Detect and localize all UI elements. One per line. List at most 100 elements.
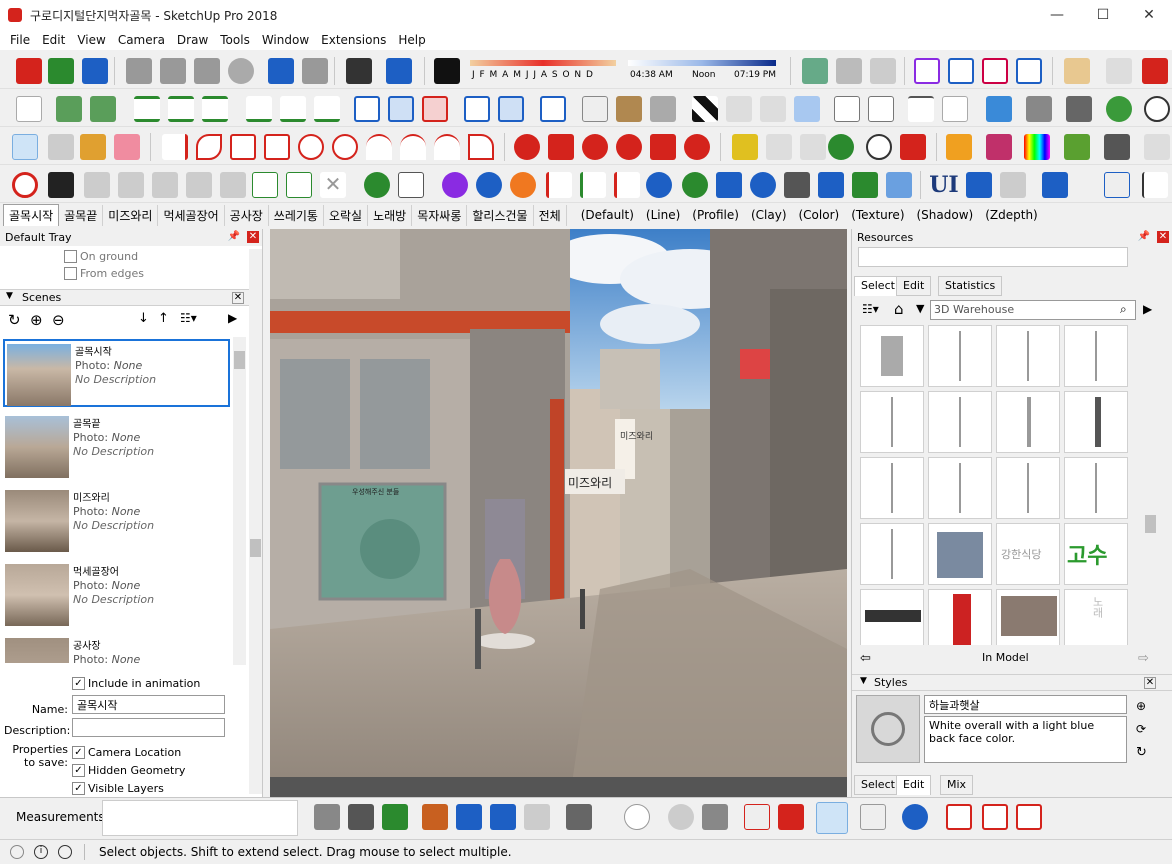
dash-icon[interactable] bbox=[908, 96, 934, 122]
tape-measure-icon[interactable] bbox=[732, 134, 758, 160]
scene-item-5[interactable]: 공사장 Photo: None bbox=[3, 635, 230, 663]
style-tab-color[interactable]: (Color) bbox=[793, 206, 846, 224]
blue-play-icon[interactable] bbox=[966, 172, 992, 198]
close-button[interactable]: ✕ bbox=[1126, 0, 1172, 30]
cut-icon[interactable] bbox=[126, 58, 152, 84]
component-item[interactable] bbox=[860, 457, 924, 519]
trim-icon[interactable] bbox=[816, 802, 848, 834]
eraser-icon[interactable] bbox=[114, 134, 140, 160]
box-icon-3[interactable] bbox=[540, 96, 566, 122]
scenes-panel-header[interactable]: ▼ Scenes ✕ bbox=[0, 289, 262, 306]
print-icon[interactable] bbox=[346, 58, 372, 84]
checker-icon[interactable] bbox=[692, 96, 718, 122]
pin-icon[interactable]: 📌 bbox=[1138, 231, 1150, 242]
erase-icon[interactable] bbox=[228, 58, 254, 84]
polygon-icon[interactable] bbox=[332, 134, 358, 160]
arc3-icon[interactable] bbox=[434, 134, 460, 160]
blue-figure-icon[interactable] bbox=[716, 172, 742, 198]
from-contours-icon[interactable] bbox=[422, 804, 448, 830]
save-file-icon[interactable] bbox=[82, 58, 108, 84]
sweep-icon[interactable] bbox=[1142, 172, 1168, 198]
name-input[interactable]: 골목시작 bbox=[72, 695, 225, 714]
refresh-scene-icon[interactable]: ↻ bbox=[8, 311, 21, 329]
flat-plane-icon[interactable] bbox=[886, 172, 912, 198]
leaf-icon[interactable] bbox=[1064, 134, 1090, 160]
arc-icon[interactable] bbox=[366, 134, 392, 160]
minimize-button[interactable]: — bbox=[1034, 0, 1080, 30]
section-plane-icon[interactable] bbox=[946, 804, 972, 830]
update-style-icon[interactable]: ⟳ bbox=[1136, 722, 1146, 736]
menu-tools[interactable]: Tools bbox=[214, 33, 256, 47]
menu-help[interactable]: Help bbox=[392, 33, 431, 47]
move-icon[interactable] bbox=[514, 134, 540, 160]
arc2-icon[interactable] bbox=[400, 134, 426, 160]
camera-location-option[interactable]: ✓ Camera Location bbox=[72, 745, 181, 759]
model-viewport[interactable]: 미즈와리 미즈와리 우성해주신 분들 bbox=[270, 229, 847, 797]
help-icon[interactable] bbox=[902, 804, 928, 830]
scale-balance-icon[interactable] bbox=[566, 804, 592, 830]
mesh-icon[interactable] bbox=[582, 96, 608, 122]
components-scrollbar[interactable] bbox=[1144, 325, 1157, 645]
tab-edit[interactable]: Edit bbox=[896, 276, 932, 296]
geo-location-icon[interactable] bbox=[10, 845, 24, 859]
warehouse-search-input[interactable]: 3D Warehouse bbox=[930, 300, 1136, 320]
new-file-icon[interactable] bbox=[16, 58, 42, 84]
play-icon[interactable] bbox=[84, 172, 110, 198]
intersect-icon[interactable] bbox=[668, 804, 694, 830]
dynamic-component-icon[interactable] bbox=[946, 134, 972, 160]
on-ground-checkbox[interactable] bbox=[64, 250, 77, 263]
component-item[interactable] bbox=[928, 589, 992, 645]
details-icon[interactable]: ▶ bbox=[228, 311, 237, 325]
details-icon[interactable]: ▶ bbox=[1143, 302, 1152, 316]
styles-panel-header[interactable]: ▼ Styles ✕ bbox=[852, 674, 1172, 691]
scene-tab-10[interactable]: 할리스건물 bbox=[467, 204, 534, 226]
ui-icon[interactable]: UI bbox=[928, 172, 960, 198]
pie-icon[interactable] bbox=[468, 134, 494, 160]
move-scene-up-icon[interactable]: ↑ bbox=[158, 311, 169, 326]
check-icon[interactable] bbox=[942, 96, 968, 122]
freehand-icon[interactable] bbox=[196, 134, 222, 160]
styles-close-icon[interactable]: ✕ bbox=[1144, 677, 1156, 689]
credits-icon[interactable]: i bbox=[34, 845, 48, 859]
component-item[interactable] bbox=[860, 325, 924, 387]
menu-window[interactable]: Window bbox=[256, 33, 315, 47]
visible-layers-checkbox[interactable]: ✓ bbox=[72, 782, 85, 795]
orbit-icon[interactable] bbox=[828, 134, 854, 160]
scenes-close-icon[interactable]: ✕ bbox=[232, 292, 244, 304]
green-arrow-updown-icon[interactable] bbox=[580, 172, 606, 198]
component-item[interactable] bbox=[996, 325, 1060, 387]
camera-location-checkbox[interactable]: ✓ bbox=[72, 746, 85, 759]
select-tool-icon[interactable] bbox=[12, 134, 38, 160]
style-tab-edit[interactable]: Edit bbox=[896, 775, 932, 795]
from-edges-checkbox[interactable] bbox=[64, 267, 77, 280]
rotate-icon[interactable] bbox=[582, 134, 608, 160]
lines-icon-2[interactable] bbox=[168, 96, 194, 122]
menu-camera[interactable]: Camera bbox=[112, 33, 171, 47]
section-icon[interactable] bbox=[900, 134, 926, 160]
scale-down-icon[interactable] bbox=[90, 96, 116, 122]
move-scene-down-icon[interactable]: ↓ bbox=[138, 311, 149, 326]
style-tab-line[interactable]: (Line) bbox=[640, 206, 686, 224]
style-tab-texture[interactable]: (Texture) bbox=[845, 206, 910, 224]
open-file-icon[interactable] bbox=[48, 58, 74, 84]
dimension-icon[interactable] bbox=[766, 134, 792, 160]
component-item[interactable] bbox=[1064, 457, 1128, 519]
select-arrow-icon[interactable] bbox=[16, 96, 42, 122]
component-item[interactable] bbox=[996, 457, 1060, 519]
red-arrow-updown-icon[interactable] bbox=[546, 172, 572, 198]
scene-tab-2[interactable]: 골목끝 bbox=[59, 204, 104, 226]
drape-icon[interactable] bbox=[382, 804, 408, 830]
curve-tool-2-icon[interactable] bbox=[948, 58, 974, 84]
scale-up-icon[interactable] bbox=[56, 96, 82, 122]
box-icon-2[interactable] bbox=[498, 96, 524, 122]
grid-icon-3[interactable] bbox=[422, 96, 448, 122]
lines-icon-3[interactable] bbox=[202, 96, 228, 122]
line-icon-5[interactable] bbox=[280, 96, 306, 122]
blue-molecule-icon[interactable] bbox=[750, 172, 776, 198]
circle-icon[interactable] bbox=[298, 134, 324, 160]
scene-tab-1[interactable]: 골목시작 bbox=[3, 204, 60, 226]
component-item[interactable]: 노래 bbox=[1064, 589, 1128, 645]
grid-select-icon[interactable] bbox=[1104, 172, 1130, 198]
rotated-rect-icon[interactable] bbox=[264, 134, 290, 160]
toggle-terrain-icon[interactable] bbox=[836, 58, 862, 84]
